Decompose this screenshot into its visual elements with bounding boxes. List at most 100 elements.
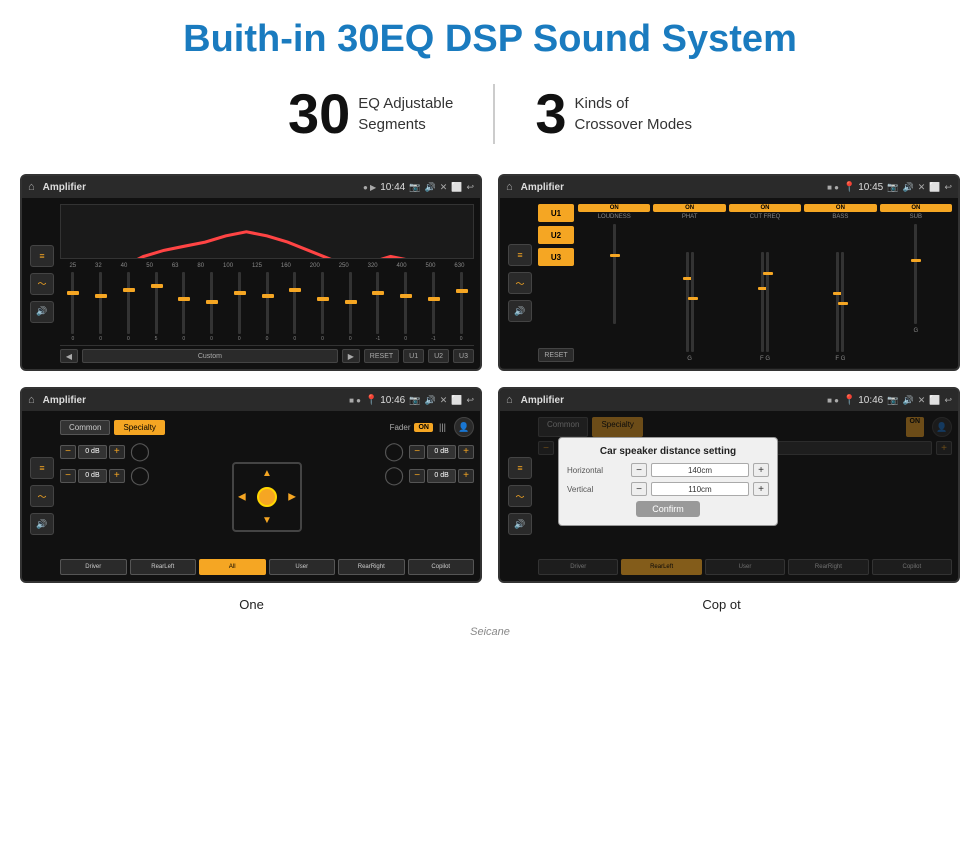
- freq-63: 63: [172, 263, 179, 269]
- db-plus-3[interactable]: +: [458, 445, 474, 459]
- eq-side-btn2[interactable]: 〜: [30, 273, 54, 295]
- tab-specialty[interactable]: Specialty: [114, 420, 164, 435]
- db-minus-1[interactable]: −: [60, 445, 76, 459]
- stats-row: 30 EQ AdjustableSegments 3 Kinds ofCross…: [0, 71, 980, 164]
- fader-side-btn1[interactable]: ≡: [30, 457, 54, 479]
- screen3-side-controls: ≡ 〜 🔊: [28, 417, 56, 575]
- fader-person-icon[interactable]: 👤: [454, 417, 474, 437]
- db-minus-4[interactable]: −: [409, 469, 425, 483]
- screen1-bar-icons: 📷 🔊 ✕ ⬜ ↩: [409, 182, 474, 193]
- freq-400: 400: [397, 263, 407, 269]
- eq-side-btn1[interactable]: ≡: [30, 245, 54, 267]
- eq-slider-3[interactable]: 0: [115, 272, 141, 342]
- volume-icon-3: 🔊: [424, 395, 435, 406]
- fader-side-btn3[interactable]: 🔊: [30, 513, 54, 535]
- back-icon[interactable]: ↩: [466, 182, 474, 193]
- db-minus-3[interactable]: −: [409, 445, 425, 459]
- cx-on-loudness[interactable]: ON: [578, 204, 650, 212]
- fullscreen-icon-3: ⬜: [451, 395, 462, 406]
- eq-slider-8[interactable]: 0: [254, 272, 280, 342]
- db-minus-2[interactable]: −: [60, 469, 76, 483]
- eq-u3-btn[interactable]: U3: [453, 349, 474, 363]
- dist-side-btn3[interactable]: 🔊: [508, 513, 532, 535]
- screen3-time: 📍 10:46: [365, 395, 405, 406]
- db-plus-2[interactable]: +: [109, 469, 125, 483]
- cx-side-btn1[interactable]: ≡: [508, 244, 532, 266]
- screen4-bar-icons: 📷 🔊 ✕ ⬜ ↩: [887, 395, 952, 406]
- dist-side-btn1[interactable]: ≡: [508, 457, 532, 479]
- confirm-button[interactable]: Confirm: [636, 501, 700, 517]
- db-plus-1[interactable]: +: [109, 445, 125, 459]
- btn-copilot[interactable]: Copilot: [408, 559, 475, 575]
- eq-slider-14[interactable]: -1: [421, 272, 447, 342]
- screens-grid: ⌂ Amplifier ● ▶ 10:44 📷 🔊 ✕ ⬜ ↩ ≡ 〜 🔊: [0, 164, 980, 593]
- db-plus-4[interactable]: +: [458, 469, 474, 483]
- cx-name-cutfreq: CUT FREQ: [750, 214, 781, 220]
- home-icon-4[interactable]: ⌂: [506, 394, 513, 406]
- dist-v-plus[interactable]: +: [753, 482, 769, 496]
- cx-u1-btn[interactable]: U1: [538, 204, 574, 222]
- joystick[interactable]: ▲ ▼ ◀ ▶: [232, 462, 302, 532]
- dist-h-plus[interactable]: +: [753, 463, 769, 477]
- tab-common[interactable]: Common: [60, 420, 110, 435]
- fader-side-btn2[interactable]: 〜: [30, 485, 54, 507]
- eq-u2-btn[interactable]: U2: [428, 349, 449, 363]
- crossover-left-btns: U1 U2 U3 RESET: [538, 204, 574, 362]
- label-one: One: [239, 597, 264, 612]
- eq-u1-btn[interactable]: U1: [403, 349, 424, 363]
- btn-all[interactable]: All: [199, 559, 266, 575]
- fader-top: Common Specialty Fader ON ||| 👤: [60, 417, 474, 437]
- eq-slider-10[interactable]: 0: [310, 272, 336, 342]
- cx-on-bass[interactable]: ON: [804, 204, 876, 212]
- cx-side-btn3[interactable]: 🔊: [508, 300, 532, 322]
- fader-on-toggle[interactable]: ON: [414, 423, 433, 432]
- stat-block-crossover: 3 Kinds ofCrossover Modes: [495, 81, 732, 146]
- crossover-main: U1 U2 U3 RESET ON LOUDNESS: [538, 204, 952, 362]
- btn-user[interactable]: User: [269, 559, 336, 575]
- eq-custom-label: Custom: [82, 349, 338, 363]
- dist-h-minus[interactable]: −: [631, 463, 647, 477]
- btn-rear-left[interactable]: RearLeft: [130, 559, 197, 575]
- fader-controls-right: ◯ − 0 dB + ◯ − 0 dB +: [384, 441, 474, 553]
- eq-prev-btn[interactable]: ◀: [60, 349, 78, 363]
- eq-bottom-bar: ◀ Custom ▶ RESET U1 U2 U3: [60, 345, 474, 363]
- close-icon-3: ✕: [440, 395, 448, 406]
- cx-on-sub[interactable]: ON: [880, 204, 952, 212]
- eq-slider-6[interactable]: 0: [199, 272, 225, 342]
- eq-slider-5[interactable]: 0: [171, 272, 197, 342]
- cx-on-phat[interactable]: ON: [653, 204, 725, 212]
- eq-reset-btn[interactable]: RESET: [364, 349, 399, 363]
- eq-side-btn3[interactable]: 🔊: [30, 301, 54, 323]
- eq-slider-15[interactable]: 0: [448, 272, 474, 342]
- back-icon-3[interactable]: ↩: [466, 395, 474, 406]
- joystick-dot: [257, 487, 277, 507]
- cx-reset-btn[interactable]: RESET: [538, 348, 574, 362]
- back-icon-4[interactable]: ↩: [944, 395, 952, 406]
- cx-u2-btn[interactable]: U2: [538, 226, 574, 244]
- eq-slider-11[interactable]: 0: [337, 272, 363, 342]
- crossover-number: 3: [535, 81, 566, 146]
- eq-slider-1[interactable]: 0: [60, 272, 86, 342]
- cx-side-btn2[interactable]: 〜: [508, 272, 532, 294]
- eq-slider-12[interactable]: -1: [365, 272, 391, 342]
- dist-side-btn2[interactable]: 〜: [508, 485, 532, 507]
- cx-u3-btn[interactable]: U3: [538, 248, 574, 266]
- btn-driver[interactable]: Driver: [60, 559, 127, 575]
- eq-slider-7[interactable]: 0: [226, 272, 252, 342]
- eq-slider-9[interactable]: 0: [282, 272, 308, 342]
- back-icon-2[interactable]: ↩: [944, 182, 952, 193]
- home-icon-2[interactable]: ⌂: [506, 181, 513, 193]
- volume-icon-2: 🔊: [902, 182, 913, 193]
- eq-next-btn[interactable]: ▶: [342, 349, 360, 363]
- eq-slider-4[interactable]: 5: [143, 272, 169, 342]
- home-icon-3[interactable]: ⌂: [28, 394, 35, 406]
- freq-40: 40: [121, 263, 128, 269]
- cx-on-cutfreq[interactable]: ON: [729, 204, 801, 212]
- dist-v-minus[interactable]: −: [631, 482, 647, 496]
- btn-rear-right[interactable]: RearRight: [338, 559, 405, 575]
- cx-name-sub: SUB: [910, 214, 922, 220]
- fader-main: Common Specialty Fader ON ||| 👤 − 0 dB +…: [60, 417, 474, 575]
- eq-slider-13[interactable]: 0: [393, 272, 419, 342]
- home-icon[interactable]: ⌂: [28, 181, 35, 193]
- eq-slider-2[interactable]: 0: [88, 272, 114, 342]
